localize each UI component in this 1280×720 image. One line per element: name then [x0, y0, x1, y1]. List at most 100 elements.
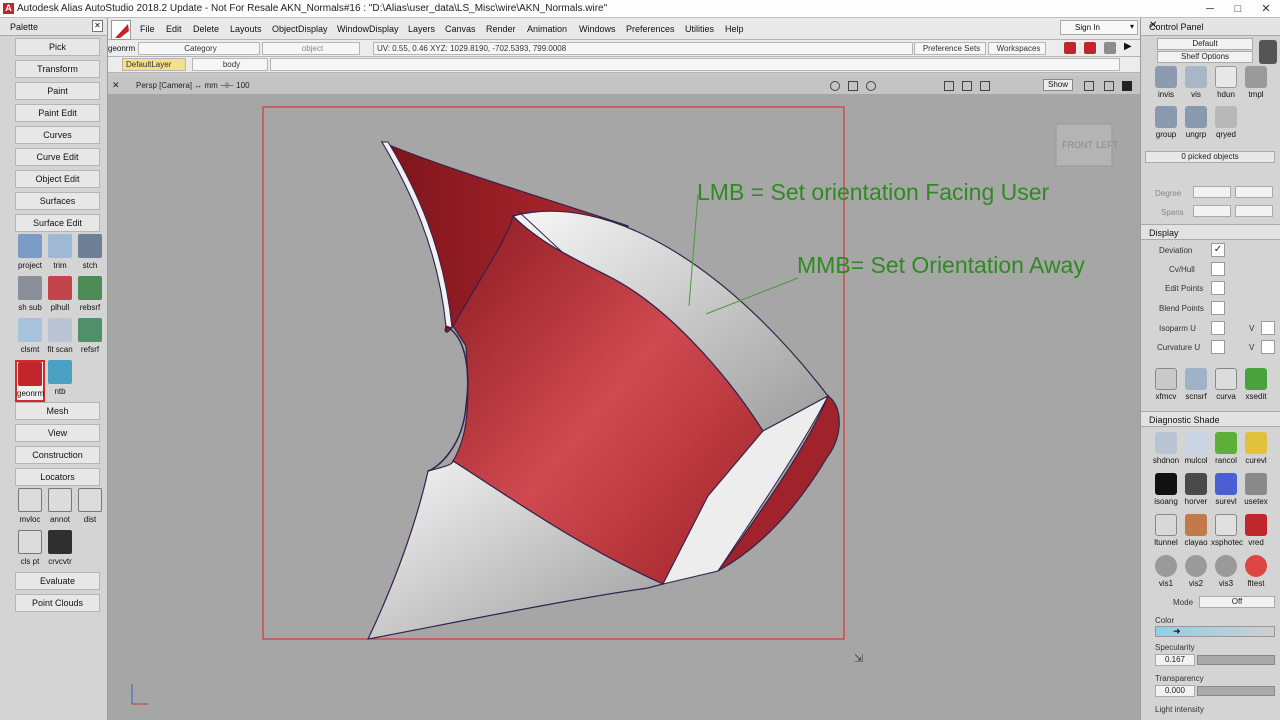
- tool-xfmcv[interactable]: xfmcv: [1151, 368, 1181, 401]
- isoparm-v-checkbox[interactable]: [1261, 321, 1275, 335]
- tool-curva[interactable]: curva: [1211, 368, 1241, 401]
- menu-file[interactable]: File: [140, 24, 155, 34]
- degree-field-v[interactable]: [1235, 186, 1273, 198]
- palette-pick-button[interactable]: Pick: [15, 38, 100, 56]
- shelf-icon-3[interactable]: [1104, 42, 1116, 54]
- palette-evaluate-button[interactable]: Evaluate: [15, 572, 100, 590]
- palette-transform-button[interactable]: Transform: [15, 60, 100, 78]
- sign-in-box[interactable]: Sign In ▾: [1060, 20, 1138, 35]
- diag-rancol[interactable]: rancol: [1211, 432, 1241, 465]
- tool-group[interactable]: group: [1151, 106, 1181, 139]
- shelf-icon-2[interactable]: [1084, 42, 1096, 54]
- spans-field-v[interactable]: [1235, 205, 1273, 217]
- tool-dist[interactable]: dist: [75, 488, 105, 530]
- menu-preferences[interactable]: Preferences: [626, 24, 675, 34]
- palette-curves-button[interactable]: Curves: [15, 126, 100, 144]
- menu-objectdisplay[interactable]: ObjectDisplay: [272, 24, 328, 34]
- diag-fltest[interactable]: fltest: [1241, 555, 1271, 588]
- preference-sets-button[interactable]: Preference Sets: [914, 42, 986, 55]
- picked-objects-select[interactable]: 0 picked objects: [1145, 151, 1275, 163]
- blendpoints-checkbox[interactable]: [1211, 301, 1225, 315]
- diag-vred[interactable]: vred: [1241, 514, 1271, 547]
- palette-locators-button[interactable]: Locators: [15, 468, 100, 486]
- palette-construction-button[interactable]: Construction: [15, 446, 100, 464]
- tool-invis[interactable]: invis: [1151, 66, 1181, 99]
- diagnostic-shade-section[interactable]: Diagnostic Shade: [1141, 411, 1280, 427]
- trash-icon[interactable]: [1259, 40, 1277, 64]
- diag-vis2[interactable]: vis2: [1181, 555, 1211, 588]
- minimize-button[interactable]: ─: [1196, 0, 1224, 18]
- play-icon[interactable]: ▶: [1124, 41, 1132, 52]
- menu-delete[interactable]: Delete: [193, 24, 219, 34]
- tool-clsmt[interactable]: clsmt: [15, 318, 45, 360]
- tool-tmpl[interactable]: tmpl: [1241, 66, 1271, 99]
- palette-close-icon[interactable]: ✕: [92, 20, 103, 32]
- diag-shdnon[interactable]: shdnon: [1151, 432, 1181, 465]
- palette-surfaces-button[interactable]: Surfaces: [15, 192, 100, 210]
- menu-windowdisplay[interactable]: WindowDisplay: [337, 24, 399, 34]
- tool-fit-scan[interactable]: fit scan: [45, 318, 75, 360]
- display-section[interactable]: Display: [1141, 224, 1280, 240]
- specularity-field[interactable]: 0.167: [1155, 654, 1195, 666]
- tool-plhull[interactable]: plhull: [45, 276, 75, 318]
- tool-hdun[interactable]: hdun: [1211, 66, 1241, 99]
- palette-paint-edit-button[interactable]: Paint Edit: [15, 104, 100, 122]
- tool-crvcvtr[interactable]: crvcvtr: [45, 530, 75, 572]
- menu-layers[interactable]: Layers: [408, 24, 435, 34]
- tool-mvloc[interactable]: mvloc: [15, 488, 45, 530]
- tool-refsrf[interactable]: refsrf: [75, 318, 105, 360]
- tool-trim[interactable]: trim: [45, 234, 75, 276]
- mode-select[interactable]: Off: [1199, 596, 1275, 608]
- tool-ungrp[interactable]: ungrp: [1181, 106, 1211, 139]
- palette-surface-edit-button[interactable]: Surface Edit: [15, 214, 100, 232]
- palette-view-button[interactable]: View: [15, 424, 100, 442]
- object-field[interactable]: object: [262, 42, 360, 55]
- diag-horver[interactable]: horver: [1181, 473, 1211, 506]
- palette-curve-edit-button[interactable]: Curve Edit: [15, 148, 100, 166]
- control-panel-close-icon[interactable]: ✕: [1149, 20, 1274, 31]
- degree-field[interactable]: [1193, 186, 1231, 198]
- diag-ltunnel[interactable]: ltunnel: [1151, 514, 1181, 547]
- tool-cls-pt[interactable]: cls pt: [15, 530, 45, 572]
- shelf-options-select[interactable]: Shelf Options: [1157, 51, 1253, 63]
- diag-xsphotec[interactable]: xsphotec: [1211, 514, 1243, 547]
- curvature-u-checkbox[interactable]: [1211, 340, 1225, 354]
- menu-render[interactable]: Render: [486, 24, 516, 34]
- menu-help[interactable]: Help: [725, 24, 744, 34]
- palette-paint-button[interactable]: Paint: [15, 82, 100, 100]
- menu-canvas[interactable]: Canvas: [445, 24, 476, 34]
- diag-surevl[interactable]: surevl: [1211, 473, 1241, 506]
- category-field[interactable]: Category: [138, 42, 260, 55]
- diag-vis1[interactable]: vis1: [1151, 555, 1181, 588]
- tool-qryed[interactable]: qryed: [1211, 106, 1241, 139]
- layer-default[interactable]: DefaultLayer: [122, 58, 186, 71]
- close-button[interactable]: ✕: [1252, 0, 1280, 18]
- specularity-slider[interactable]: [1197, 655, 1275, 665]
- diag-vis3[interactable]: vis3: [1211, 555, 1241, 588]
- menu-animation[interactable]: Animation: [527, 24, 567, 34]
- cvhull-checkbox[interactable]: [1211, 262, 1225, 276]
- diag-usetex[interactable]: usetex: [1241, 473, 1271, 506]
- tool-rebsrf[interactable]: rebsrf: [75, 276, 105, 318]
- workspace-default-select[interactable]: Default: [1157, 38, 1253, 50]
- tool-stch[interactable]: stch: [75, 234, 105, 276]
- current-tool-icon[interactable]: [111, 20, 131, 40]
- deviation-checkbox[interactable]: ✓: [1211, 243, 1225, 257]
- tool-vis[interactable]: vis: [1181, 66, 1211, 99]
- tool-scnsrf[interactable]: scnsrf: [1181, 368, 1211, 401]
- menu-utilities[interactable]: Utilities: [685, 24, 714, 34]
- tool-ntb[interactable]: ntb: [45, 360, 75, 402]
- tool-geonrm[interactable]: geonrm: [15, 360, 45, 402]
- tool-xsedit[interactable]: xsedit: [1241, 368, 1271, 401]
- isoparm-u-checkbox[interactable]: [1211, 321, 1225, 335]
- transparency-field[interactable]: 0.000: [1155, 685, 1195, 697]
- menu-layouts[interactable]: Layouts: [230, 24, 262, 34]
- transparency-slider[interactable]: [1197, 686, 1275, 696]
- palette-object-edit-button[interactable]: Object Edit: [15, 170, 100, 188]
- diag-clayao[interactable]: clayao: [1181, 514, 1211, 547]
- workspaces-button[interactable]: Workspaces: [988, 42, 1046, 55]
- diag-mulcol[interactable]: mulcol: [1181, 432, 1211, 465]
- tool-project[interactable]: project: [15, 234, 45, 276]
- tool-sh-sub[interactable]: sh sub: [15, 276, 45, 318]
- diag-isoang[interactable]: isoang: [1151, 473, 1181, 506]
